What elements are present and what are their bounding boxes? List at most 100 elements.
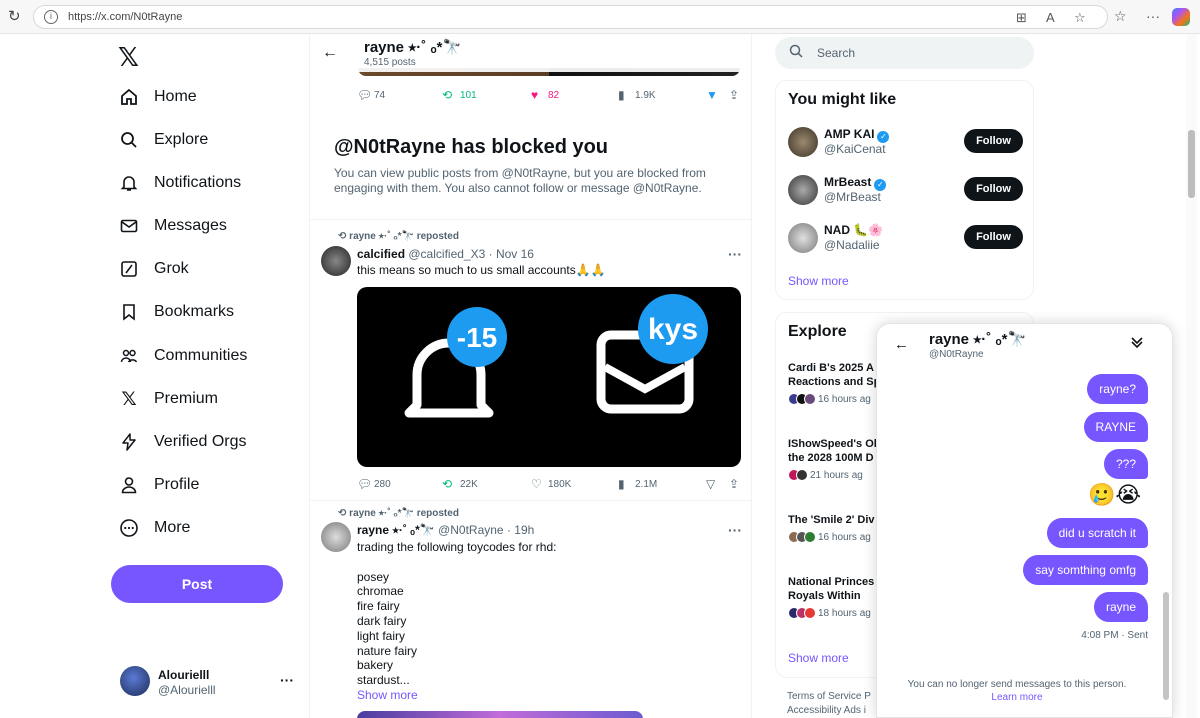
views-icon[interactable]: ▮ [618, 88, 625, 102]
dm-contact-handle: @N0tRayne [929, 349, 984, 360]
like-icon[interactable]: ♡ [531, 477, 542, 491]
follow-button[interactable]: Follow [964, 225, 1023, 249]
nav-communities[interactable]: Communities [118, 339, 247, 373]
trend-item[interactable]: The 'Smile 2' Div 16 hours ag [788, 513, 878, 543]
share-icon[interactable]: ⇪ [729, 477, 739, 491]
nav-messages[interactable]: Messages [118, 209, 227, 243]
reply-icon[interactable]: 💬︎ [357, 477, 372, 491]
post-button[interactable]: Post [111, 565, 283, 603]
nav-more[interactable]: More [118, 511, 190, 545]
grok-icon [118, 258, 140, 280]
message-bubble[interactable]: RAYNE [1083, 412, 1148, 442]
nav-explore[interactable]: Explore [118, 123, 208, 157]
like-icon[interactable]: ♥ [531, 88, 538, 102]
nav-notifications[interactable]: Notifications [118, 166, 241, 200]
svg-text:kys: kys [648, 313, 698, 346]
url-text[interactable]: https://x.com/N0tRayne [68, 11, 182, 23]
communities-icon [118, 345, 140, 367]
footer-links[interactable]: Terms of Service P Accessibility Ads i [787, 690, 871, 718]
show-more-link[interactable]: Show more [788, 274, 849, 288]
profile-name: rayne ⭑·˚ ₒ*🔭 [364, 39, 462, 56]
browser-menu-icon[interactable]: ··· [1146, 8, 1160, 24]
follow-button[interactable]: Follow [964, 129, 1023, 153]
blocked-body: You can view public posts from @N0tRayne… [334, 166, 706, 195]
address-bar[interactable]: i https://x.com/N0tRayne ⊞ A ☆ [33, 5, 1108, 29]
scrollbar[interactable] [1163, 592, 1169, 700]
svg-text:-15: -15 [457, 322, 497, 353]
suggested-user[interactable]: NAD 🐛🌸 @Nadaliie Follow [788, 221, 1024, 257]
nav-premium[interactable]: 𝕏 Premium [118, 382, 218, 416]
more-options-icon[interactable]: ··· [280, 672, 294, 688]
views-icon[interactable]: ▮ [618, 477, 625, 491]
more-options-icon[interactable]: ··· [728, 246, 742, 262]
nav-verified-orgs[interactable]: Verified Orgs [118, 425, 246, 459]
tweet-image[interactable]: -15 kys [357, 287, 741, 467]
dm-contact-name[interactable]: rayne ⭑·˚ ₒ*🔭 [929, 330, 1026, 348]
envelope-icon [118, 215, 140, 237]
avatar [788, 127, 818, 157]
reply-icon[interactable]: 💬︎ [357, 88, 372, 102]
card-title: Explore [788, 323, 847, 340]
card-title: You might like [788, 91, 897, 108]
who-to-follow-card: You might like AMP KAI ✓ @KaiCenat Follow… [775, 80, 1034, 300]
trend-item[interactable]: National Princes Royals Within 18 hours … [788, 575, 878, 619]
search-icon [789, 44, 803, 61]
message-bubble[interactable]: rayne? [1087, 374, 1148, 404]
person-icon [118, 474, 140, 496]
suggested-user[interactable]: AMP KAI ✓ @KaiCenat Follow [788, 125, 1024, 161]
search-box[interactable]: Search [775, 37, 1034, 69]
bookmark-icon[interactable]: ▽ [706, 477, 715, 491]
show-more-link[interactable]: Show more [788, 651, 849, 665]
collapse-icon[interactable] [1129, 334, 1145, 355]
read-aloud-icon[interactable]: A [1046, 10, 1055, 25]
page-scrollbar-thumb[interactable] [1188, 130, 1195, 198]
tweet-text: this means so much to us small accounts🙏… [357, 263, 606, 277]
repost-icon[interactable]: ⟲ [442, 477, 452, 491]
trend-item[interactable]: IShowSpeed's Ol the 2028 100M D 21 hours… [788, 437, 878, 481]
message-bubble[interactable]: ??? [1103, 449, 1148, 479]
message-bubble[interactable]: rayne [1093, 592, 1148, 622]
avatar [788, 223, 818, 253]
repost-icon[interactable]: ⟲ [442, 88, 452, 102]
account-name: Alourielll [158, 668, 210, 682]
tweet-image[interactable] [357, 711, 643, 718]
avatar[interactable] [321, 246, 351, 276]
nav-profile[interactable]: Profile [118, 468, 199, 502]
nav-bookmarks[interactable]: Bookmarks [118, 295, 234, 329]
site-info-icon[interactable]: i [44, 10, 58, 24]
tweet-actions: 💬︎ 74 ⟲ 101 ♥ 82 ▮ 1.9K ▼ ⇪ [357, 88, 740, 102]
share-icon[interactable]: ⇪ [729, 88, 739, 102]
follow-button[interactable]: Follow [964, 177, 1023, 201]
avatar [120, 666, 150, 696]
avatar [788, 175, 818, 205]
post-count: 4,515 posts [364, 57, 416, 68]
avatar[interactable] [321, 522, 351, 552]
suggested-user[interactable]: MrBeast ✓ @MrBeast Follow [788, 173, 1024, 209]
show-more-link[interactable]: Show more [357, 688, 418, 702]
nav-grok[interactable]: Grok [118, 252, 189, 286]
back-arrow-icon[interactable]: ← [322, 44, 338, 62]
bookmark-icon[interactable]: ▼ [706, 88, 718, 102]
learn-more-link[interactable]: Learn more [877, 691, 1157, 704]
search-input[interactable]: Search [817, 46, 855, 60]
nav-home[interactable]: Home [118, 80, 197, 114]
more-options-icon[interactable]: ··· [728, 522, 742, 538]
blocked-title: @N0tRayne has blocked you [334, 136, 609, 158]
tweet-text: trading the following toycodes for rhd: … [357, 540, 557, 688]
bell-icon [118, 172, 140, 194]
tweet-actions: 💬︎ 280 ⟲ 22K ♡ 180K ▮ 2.1M ▽ ⇪ [357, 477, 740, 491]
trend-item[interactable]: Cardi B's 2025 A Reactions and Sp 16 hou… [788, 361, 878, 405]
apps-icon[interactable]: ⊞ [1016, 10, 1027, 26]
emoji-message[interactable]: 🥲😭 [1088, 482, 1141, 508]
favorite-star-icon[interactable]: ☆ [1074, 10, 1086, 26]
x-logo-icon[interactable]: 𝕏 [118, 42, 139, 73]
message-bubble[interactable]: did u scratch it [1046, 518, 1148, 548]
favorites-icon[interactable]: ☆ [1114, 8, 1127, 25]
back-arrow-icon[interactable]: ← [894, 336, 909, 353]
copilot-icon[interactable] [1172, 8, 1190, 26]
reload-icon[interactable]: ↻ [8, 9, 24, 25]
lightning-icon [118, 431, 140, 453]
account-handle: @Alourielll [158, 683, 216, 697]
message-bubble[interactable]: say somthing omfg [1023, 555, 1148, 585]
account-switcher[interactable]: Alourielll @Alourielll ··· [118, 666, 298, 702]
